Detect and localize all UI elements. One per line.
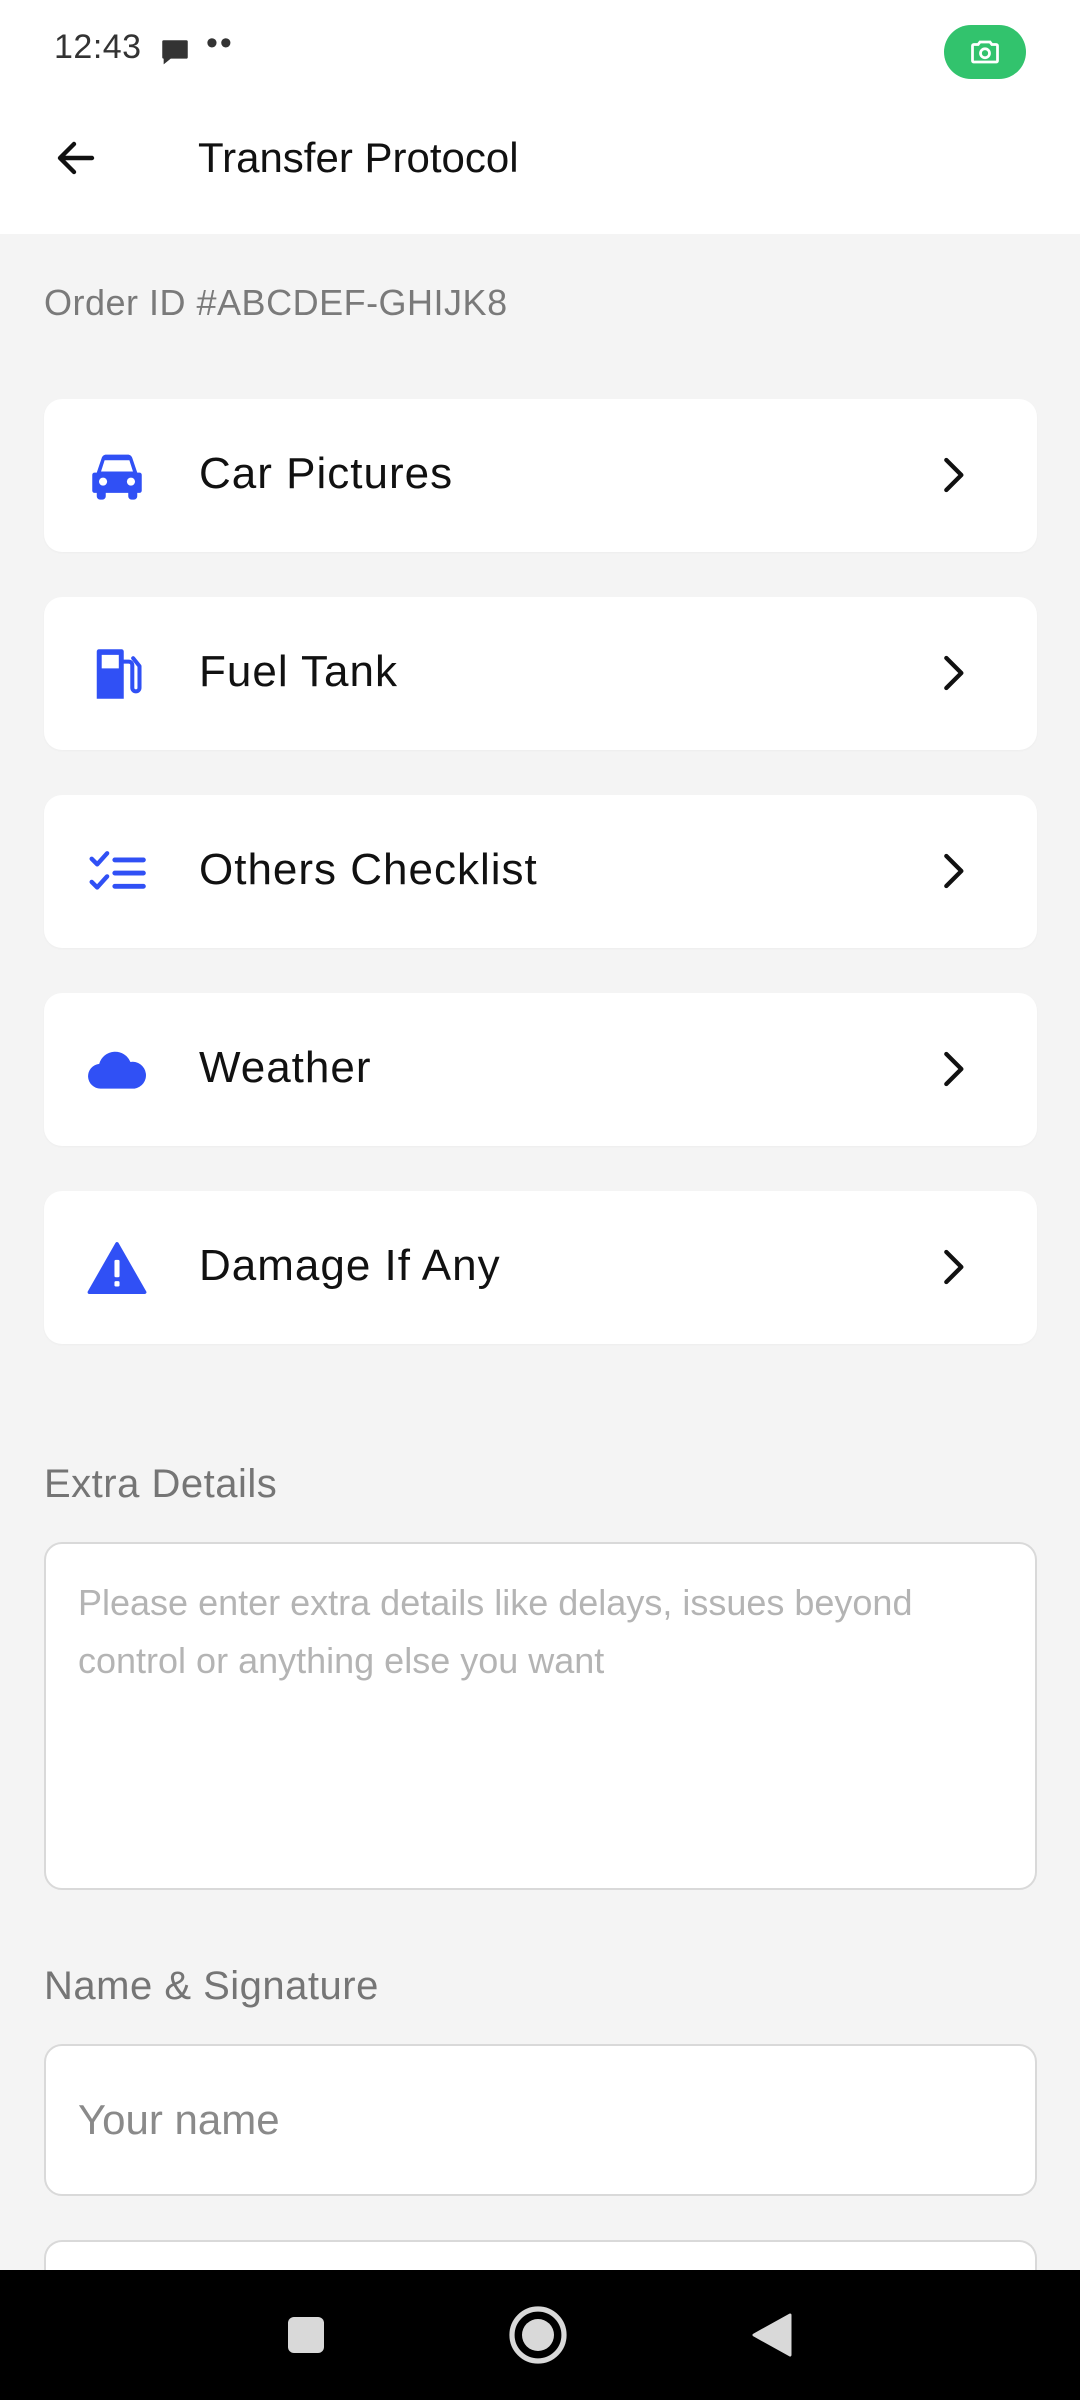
menu-item-label: Weather [199, 1043, 372, 1092]
circle-home-icon [509, 2306, 567, 2364]
system-back-button[interactable] [742, 2305, 802, 2365]
status-bar: 12:43 •• [0, 0, 1080, 100]
menu-item-weather[interactable]: Weather [44, 993, 1037, 1146]
chevron-right-icon [944, 457, 964, 493]
menu-item-label: Others Checklist [199, 845, 538, 894]
status-more-dots: •• [206, 24, 234, 62]
warning-icon [86, 1237, 148, 1299]
recents-button[interactable] [276, 2305, 336, 2365]
system-nav-bar [0, 2270, 1080, 2400]
checklist-icon [86, 841, 148, 903]
menu-item-label: Damage If Any [199, 1241, 501, 1290]
arrow-left-icon [57, 141, 95, 175]
menu-item-label: Fuel Tank [199, 647, 398, 696]
name-signature-label: Name & Signature [44, 1964, 379, 2008]
order-id: Order ID #ABCDEF-GHIJK8 [44, 282, 508, 323]
camera-icon [944, 25, 1026, 79]
chevron-right-icon [944, 1051, 964, 1087]
car-icon [86, 445, 148, 507]
home-button[interactable] [508, 2305, 568, 2365]
chevron-right-icon [944, 655, 964, 691]
name-input[interactable] [44, 2044, 1037, 2196]
menu-item-fuel-tank[interactable]: Fuel Tank [44, 597, 1037, 750]
fuel-pump-icon [86, 643, 148, 705]
extra-details-textarea[interactable] [44, 1542, 1037, 1890]
app-bar: Transfer Protocol [0, 100, 1080, 234]
menu-item-damage-if-any[interactable]: Damage If Any [44, 1191, 1037, 1344]
back-button[interactable] [44, 126, 108, 190]
menu-item-label: Car Pictures [199, 449, 454, 498]
chat-bubble-icon [158, 36, 192, 70]
menu-item-others-checklist[interactable]: Others Checklist [44, 795, 1037, 948]
page-title: Transfer Protocol [198, 134, 519, 181]
chevron-right-icon [944, 853, 964, 889]
extra-details-label: Extra Details [44, 1462, 278, 1506]
square-recents-icon [288, 2317, 324, 2353]
protocol-menu-list: Car Pictures Fuel Tank Others Checklist [44, 399, 1037, 1389]
triangle-back-icon [752, 2313, 792, 2357]
menu-item-car-pictures[interactable]: Car Pictures [44, 399, 1037, 552]
cloud-icon [86, 1039, 148, 1101]
status-time: 12:43 [54, 28, 142, 66]
chevron-right-icon [944, 1249, 964, 1285]
